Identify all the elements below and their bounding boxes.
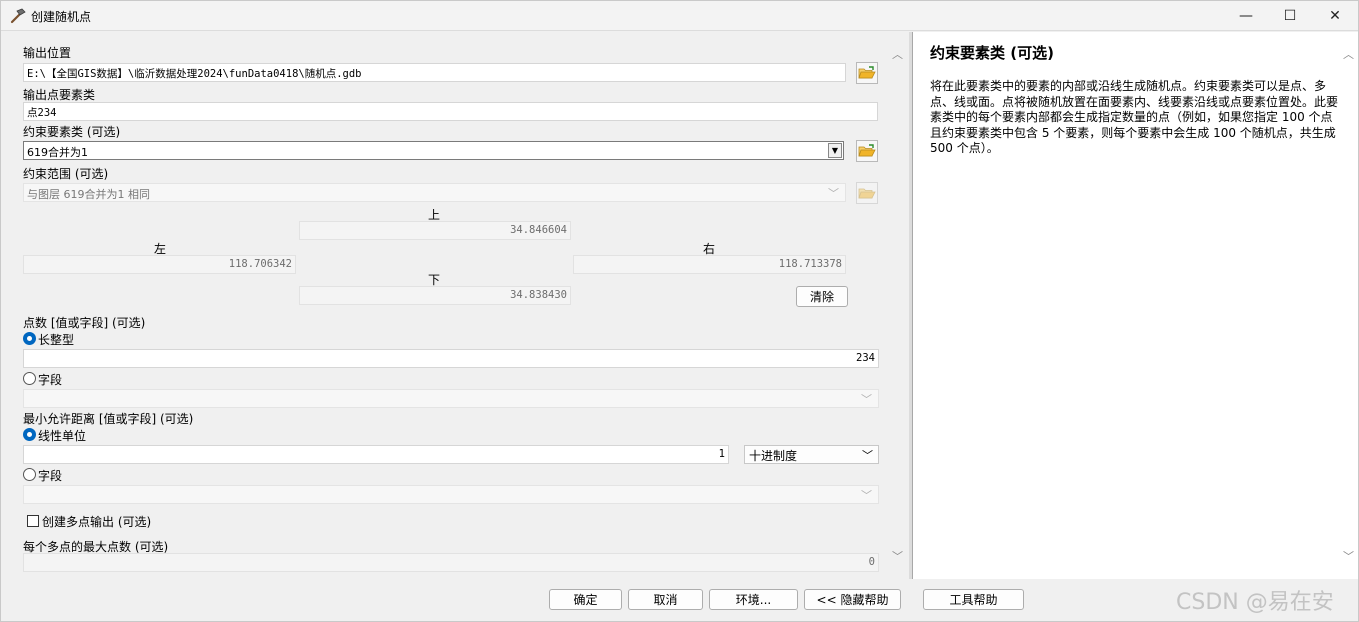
min-distance-field-label: 字段 — [38, 469, 63, 483]
constraint-fc-label: 约束要素类 (可选) — [23, 125, 121, 139]
chevron-down-icon: ﹀ — [861, 393, 872, 406]
min-distance-linear-label: 线性单位 — [38, 429, 87, 443]
point-count-long-label: 长整型 — [38, 333, 75, 347]
constraint-fc-value: 619合并为1 — [27, 146, 88, 159]
folder-open-icon — [858, 66, 876, 79]
scroll-up-icon[interactable]: ︿ — [892, 46, 903, 62]
browse-output-location-button[interactable] — [856, 62, 878, 84]
help-scrollbar[interactable]: ︿ ﹀ — [1342, 32, 1356, 579]
button-bar: 确定 取消 环境... << 隐藏帮助 工具帮助 — [1, 580, 1358, 621]
output-location-label: 输出位置 — [23, 46, 72, 60]
environments-button[interactable]: 环境... — [709, 589, 798, 610]
point-count-field-radio[interactable] — [23, 372, 36, 385]
min-distance-unit-select[interactable]: 十进制度 ﹀ — [744, 445, 879, 464]
min-distance-linear-radio[interactable] — [23, 428, 36, 441]
constraint-extent-label: 约束范围 (可选) — [23, 167, 109, 181]
parameters-scrollbar[interactable]: ︿ ﹀ — [889, 32, 907, 579]
min-distance-field-select[interactable]: ﹀ — [23, 485, 879, 504]
output-fc-label: 输出点要素类 — [23, 88, 96, 102]
browse-extent-button[interactable] — [856, 182, 878, 204]
cancel-button[interactable]: 取消 — [628, 589, 703, 610]
help-title: 约束要素类 (可选) — [930, 44, 1054, 62]
constraint-fc-combo[interactable]: 619合并为1 ▼ — [23, 141, 844, 160]
scroll-down-icon[interactable]: ﹀ — [892, 548, 903, 564]
min-distance-label: 最小允许距离 [值或字段] (可选) — [23, 412, 194, 426]
help-body: 将在此要素类中的要素的内部或沿线生成随机点。约束要素类可以是点、多点、线或面。点… — [930, 79, 1339, 155]
minimize-button[interactable]: — — [1223, 1, 1269, 31]
clear-extent-button[interactable]: 清除 — [796, 286, 848, 307]
min-distance-unit-value: 十进制度 — [749, 449, 798, 463]
extent-bottom-input[interactable]: 34.838430 — [299, 286, 571, 305]
dropdown-arrow-icon[interactable]: ▼ — [828, 143, 842, 158]
point-count-field-select[interactable]: ﹀ — [23, 389, 879, 408]
ok-button[interactable]: 确定 — [549, 589, 622, 610]
scroll-down-icon[interactable]: ﹀ — [1343, 548, 1354, 564]
min-distance-field-radio[interactable] — [23, 468, 36, 481]
browse-constraint-fc-button[interactable] — [856, 140, 878, 162]
watermark: CSDN @易在安 — [1176, 590, 1334, 615]
point-count-value-input[interactable]: 234 — [23, 349, 879, 368]
window-title: 创建随机点 — [31, 10, 92, 24]
constraint-extent-value: 与图层 619合并为1 相同 — [27, 188, 150, 201]
constraint-extent-combo[interactable]: 与图层 619合并为1 相同 ﹀ — [23, 183, 846, 202]
chevron-down-icon: ﹀ — [862, 449, 873, 462]
max-points-input[interactable]: 0 — [23, 553, 879, 572]
maximize-button[interactable]: ☐ — [1267, 1, 1313, 31]
folder-open-icon — [858, 188, 876, 199]
help-pane: 约束要素类 (可选) 将在此要素类中的要素的内部或沿线生成随机点。约束要素类可以… — [912, 32, 1358, 579]
point-count-long-radio[interactable] — [23, 332, 36, 345]
chevron-down-icon: ﹀ — [861, 489, 872, 502]
extent-left-input[interactable]: 118.706342 — [23, 255, 296, 274]
tool-help-button[interactable]: 工具帮助 — [923, 589, 1024, 610]
title-bar: 创建随机点 — ☐ ✕ — [1, 1, 1358, 31]
extent-right-input[interactable]: 118.713378 — [573, 255, 846, 274]
hide-help-button[interactable]: << 隐藏帮助 — [804, 589, 901, 610]
multipoint-checkbox[interactable] — [27, 515, 39, 527]
tool-dialog: 创建随机点 — ☐ ✕ 输出位置 E:\【全国GIS数据】\临沂数据处理2024… — [0, 0, 1359, 622]
output-fc-input[interactable]: 点234 — [23, 102, 878, 121]
point-count-label: 点数 [值或字段] (可选) — [23, 316, 146, 330]
chevron-down-icon: ﹀ — [828, 187, 839, 200]
scroll-up-icon[interactable]: ︿ — [1343, 46, 1354, 62]
extent-top-input[interactable]: 34.846604 — [299, 221, 571, 240]
multipoint-label: 创建多点输出 (可选) — [42, 515, 152, 529]
min-distance-value-input[interactable]: 1 — [23, 445, 729, 464]
parameters-pane: 输出位置 E:\【全国GIS数据】\临沂数据处理2024\funData0418… — [3, 32, 909, 579]
output-location-input[interactable]: E:\【全国GIS数据】\临沂数据处理2024\funData0418\随机点.… — [23, 63, 846, 82]
folder-open-icon — [858, 144, 876, 157]
hammer-icon — [9, 7, 27, 25]
point-count-field-label: 字段 — [38, 373, 63, 387]
close-button[interactable]: ✕ — [1312, 1, 1358, 31]
